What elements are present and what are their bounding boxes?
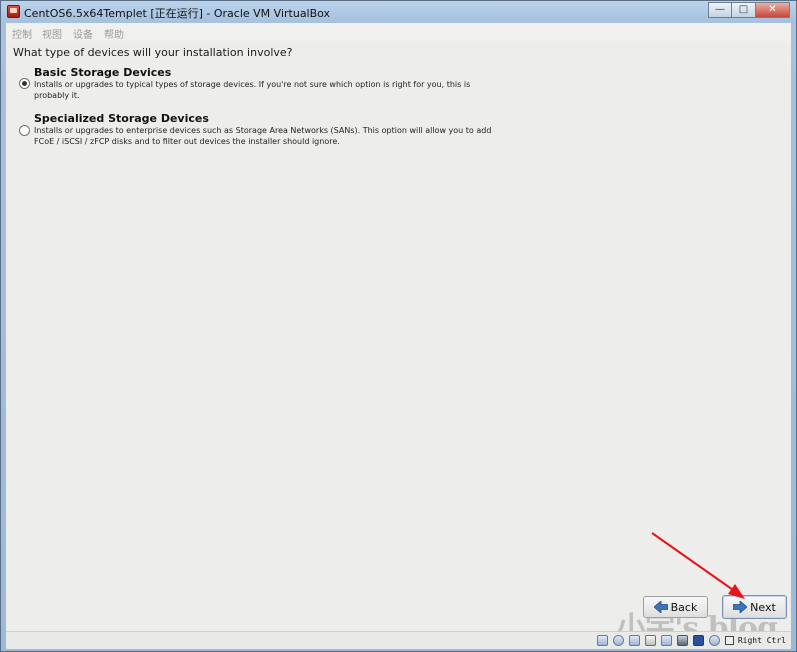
page-question: What type of devices will your installat… — [13, 46, 293, 59]
option-basic-storage-title[interactable]: Basic Storage Devices — [34, 66, 171, 79]
window-title: CentOS6.5x64Templet [正在运行] - Oracle VM V… — [24, 7, 331, 20]
close-button[interactable]: ✕ — [756, 2, 790, 18]
menu-control[interactable]: 控制 — [12, 26, 32, 41]
mouse-integration-icon[interactable] — [708, 635, 720, 646]
display-icon[interactable] — [676, 635, 688, 646]
option-specialized-storage-description: Installs or upgrades to enterprise devic… — [34, 126, 492, 146]
back-button[interactable]: Back — [643, 596, 708, 618]
hard-disk-icon[interactable] — [596, 635, 608, 646]
virtualbox-app-icon[interactable] — [7, 5, 20, 18]
next-arrow-icon — [733, 601, 748, 613]
network-icon[interactable] — [628, 635, 640, 646]
option-specialized-storage-title[interactable]: Specialized Storage Devices — [34, 112, 209, 125]
title-bar[interactable]: CentOS6.5x64Templet [正在运行] - Oracle VM V… — [1, 1, 796, 23]
status-icons: Right Ctrl — [592, 633, 786, 648]
shared-folders-icon[interactable] — [660, 635, 672, 646]
menu-devices[interactable]: 设备 — [73, 26, 93, 41]
option-basic-storage-description: Installs or upgrades to typical types of… — [34, 80, 471, 100]
host-key-label: Right Ctrl — [737, 636, 786, 645]
window-controls: — □ ✕ — [708, 2, 790, 19]
host-key-icon — [724, 636, 734, 645]
virtualization-icon — [692, 635, 704, 646]
optical-drive-icon[interactable] — [612, 635, 624, 646]
virtualbox-window: CentOS6.5x64Templet [正在运行] - Oracle VM V… — [0, 0, 797, 652]
back-arrow-icon — [653, 601, 668, 613]
radio-basic-storage[interactable] — [19, 78, 30, 89]
next-button[interactable]: Next — [722, 595, 787, 619]
status-bar: Right Ctrl — [6, 631, 791, 649]
menu-bar: 控制 视图 设备 帮助 — [6, 23, 791, 42]
menu-view[interactable]: 视图 — [42, 26, 62, 41]
minimize-button[interactable]: — — [708, 2, 732, 18]
back-button-label: Back — [670, 600, 698, 614]
radio-specialized-storage[interactable] — [19, 125, 30, 136]
usb-icon[interactable] — [644, 635, 656, 646]
installer-content: What type of devices will your installat… — [6, 41, 791, 646]
menu-help[interactable]: 帮助 — [104, 26, 124, 41]
next-button-label: Next — [750, 600, 776, 614]
maximize-button[interactable]: □ — [732, 2, 756, 18]
